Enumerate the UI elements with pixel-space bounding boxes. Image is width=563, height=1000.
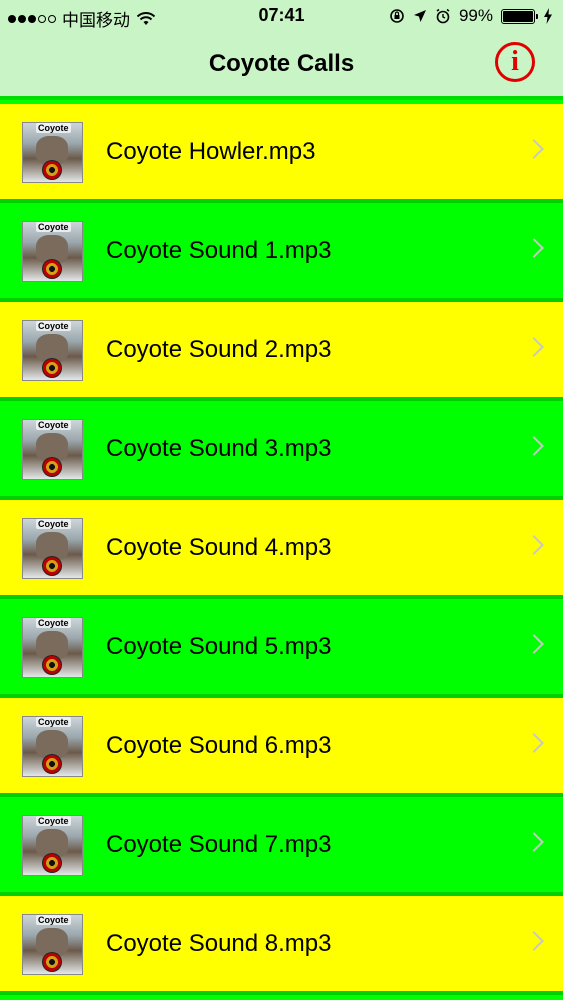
chevron-right-icon [524,238,544,258]
list-item[interactable]: Coyote Coyote Sound 5.mp3 [0,599,563,698]
target-icon [42,754,62,774]
coyote-thumbnail: Coyote [22,419,83,480]
sound-label: Coyote Sound 6.mp3 [106,732,332,759]
sound-label: Coyote Sound 2.mp3 [106,336,332,363]
coyote-thumbnail: Coyote [22,221,83,282]
coyote-thumbnail: Coyote [22,617,83,678]
chevron-right-icon [524,436,544,456]
thumbnail-label: Coyote [36,420,71,430]
coyote-thumbnail: Coyote [22,716,83,777]
chevron-right-icon [524,337,544,357]
thumbnail-label: Coyote [36,717,71,727]
sound-label: Coyote Sound 5.mp3 [106,633,332,660]
coyote-thumbnail: Coyote [22,518,83,579]
sound-label: Coyote Sound 8.mp3 [106,930,332,957]
target-icon [42,952,62,972]
sound-label: Coyote Sound 4.mp3 [106,534,332,561]
list-item[interactable]: Coyote Coyote Howler.mp3 [0,104,563,203]
navigation-bar: Coyote Calls i [0,32,563,100]
thumbnail-label: Coyote [36,915,71,925]
target-icon [42,853,62,873]
sound-list: Coyote Coyote Howler.mp3 Coyote Coyote Soun… [0,104,563,995]
info-button[interactable]: i [495,42,535,82]
list-item[interactable]: Coyote Coyote Sound 1.mp3 [0,203,563,302]
status-bar: 中国移动 07:41 99% [0,0,563,32]
thumbnail-label: Coyote [36,618,71,628]
battery-icon [501,8,538,24]
target-icon [42,655,62,675]
alarm-icon [436,8,450,24]
list-item[interactable]: Coyote Coyote Sound 2.mp3 [0,302,563,401]
thumbnail-label: Coyote [36,816,71,826]
thumbnail-label: Coyote [36,222,71,232]
chevron-right-icon [524,634,544,654]
chevron-right-icon [524,139,544,159]
rotation-lock-icon [390,9,404,23]
list-item[interactable]: Coyote Coyote Sound 6.mp3 [0,698,563,797]
coyote-thumbnail: Coyote [22,320,83,381]
coyote-thumbnail: Coyote [22,815,83,876]
list-item[interactable]: Coyote Coyote Sound 8.mp3 [0,896,563,995]
chevron-right-icon [524,832,544,852]
status-right: 99% [389,6,553,26]
target-icon [42,259,62,279]
sound-label: Coyote Sound 1.mp3 [106,237,332,264]
coyote-thumbnail: Coyote [22,914,83,975]
list-item[interactable]: Coyote Coyote Sound 4.mp3 [0,500,563,599]
list-item[interactable]: Coyote Coyote Sound 3.mp3 [0,401,563,500]
sound-label: Coyote Sound 3.mp3 [106,435,332,462]
thumbnail-label: Coyote [36,519,71,529]
target-icon [42,457,62,477]
charging-bolt-icon [544,8,552,24]
coyote-thumbnail: Coyote [22,122,83,183]
chevron-right-icon [524,931,544,951]
target-icon [42,358,62,378]
battery-fill [503,10,533,22]
sound-label: Coyote Howler.mp3 [106,138,316,165]
location-arrow-icon [413,10,426,22]
target-icon [42,556,62,576]
page-title: Coyote Calls [208,50,355,77]
battery-percent: 99% [458,6,493,25]
chevron-right-icon [524,535,544,555]
thumbnail-label: Coyote [36,123,71,133]
chevron-right-icon [524,733,544,753]
thumbnail-label: Coyote [36,321,71,331]
sound-label: Coyote Sound 7.mp3 [106,831,332,858]
target-icon [42,160,62,180]
list-item[interactable]: Coyote Coyote Sound 7.mp3 [0,797,563,896]
